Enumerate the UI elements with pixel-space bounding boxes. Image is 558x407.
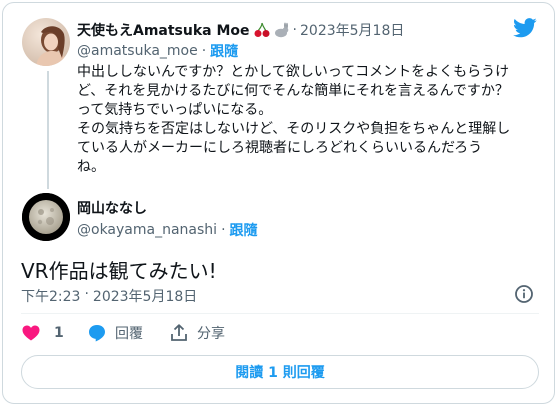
rabbit-icon (274, 22, 288, 38)
quoted-line: 中出ししないんですか？とかして欲しいってコメントをよくもらうけ (77, 64, 510, 80)
like-count: 1 (54, 325, 64, 341)
reply-action[interactable]: 回覆 (87, 323, 143, 343)
share-upload-icon (171, 324, 187, 341)
quoted-tweet-text: 中出ししないんですか？とかして欲しいってコメントをよくもらうけ ど、それを見かけ… (77, 63, 547, 177)
okayama-nanashi-avatar[interactable] (22, 193, 70, 241)
quoted-line: ている人がメーカーにしろ視聴者にしろどれくらいいるんだろう (77, 140, 483, 156)
read-replies-label: 閱讀 1 則回覆 (235, 365, 325, 381)
twitter-bird-icon[interactable] (513, 18, 537, 42)
divider (21, 313, 539, 314)
quoted-date[interactable]: 2023年5月18日 (300, 20, 404, 40)
embedded-tweet-card: 天使もえAmatsuka Moe · 2023年5月18日 @amatsuka_… (2, 2, 555, 404)
reply-label: 回覆 (115, 326, 143, 342)
name-emojis (253, 21, 290, 39)
like-action[interactable]: 1 (21, 323, 64, 343)
quoted-header-line1: 天使もえAmatsuka Moe · 2023年5月18日 (77, 20, 405, 40)
cherry-icon (254, 22, 270, 37)
reply-time: 下午2:23 (21, 289, 81, 305)
reply-tweet-text: VR作品は観てみたい! (21, 259, 217, 283)
share-label: 分享 (197, 326, 225, 342)
reply-header-line2: @okayama_nanashi · 跟隨 (77, 220, 258, 240)
reply-date: 2023年5月18日 (92, 289, 198, 305)
quoted-follow-button[interactable]: 跟隨 (210, 41, 238, 61)
reply-follow-button[interactable]: 跟隨 (230, 220, 258, 240)
quoted-display-name[interactable]: 天使もえAmatsuka Moe (77, 20, 250, 40)
quoted-line: ね。 (77, 159, 105, 175)
speech-bubble-icon (89, 325, 105, 342)
share-action[interactable]: 分享 (169, 323, 225, 343)
read-replies-button[interactable]: 閱讀 1 則回覆 (21, 355, 539, 389)
quoted-header-line2: @amatsuka_moe · 跟隨 (77, 41, 239, 61)
heart-icon (22, 325, 40, 341)
reply-header-line1: 岡山ななし (77, 198, 147, 218)
quoted-line: ど、それを見かけるたびに何でそんな簡単にそれを言えるんですか？ (77, 83, 509, 99)
reply-display-name[interactable]: 岡山ななし (77, 201, 147, 217)
reply-handle[interactable]: @okayama_nanashi (77, 222, 217, 238)
quoted-handle[interactable]: @amatsuka_moe (77, 43, 198, 59)
quoted-line: って気持ちでいっぱいになる。 (77, 102, 273, 118)
thread-connector-line (47, 71, 49, 189)
amatsuka-moe-avatar[interactable] (22, 18, 70, 66)
quoted-line: その気持ちを否定はしないけど、そのリスクや負担をちゃんと理解し (77, 121, 511, 137)
info-icon[interactable] (514, 284, 534, 308)
reply-timestamp[interactable]: 下午2:23 · 2023年5月18日 (21, 286, 197, 306)
